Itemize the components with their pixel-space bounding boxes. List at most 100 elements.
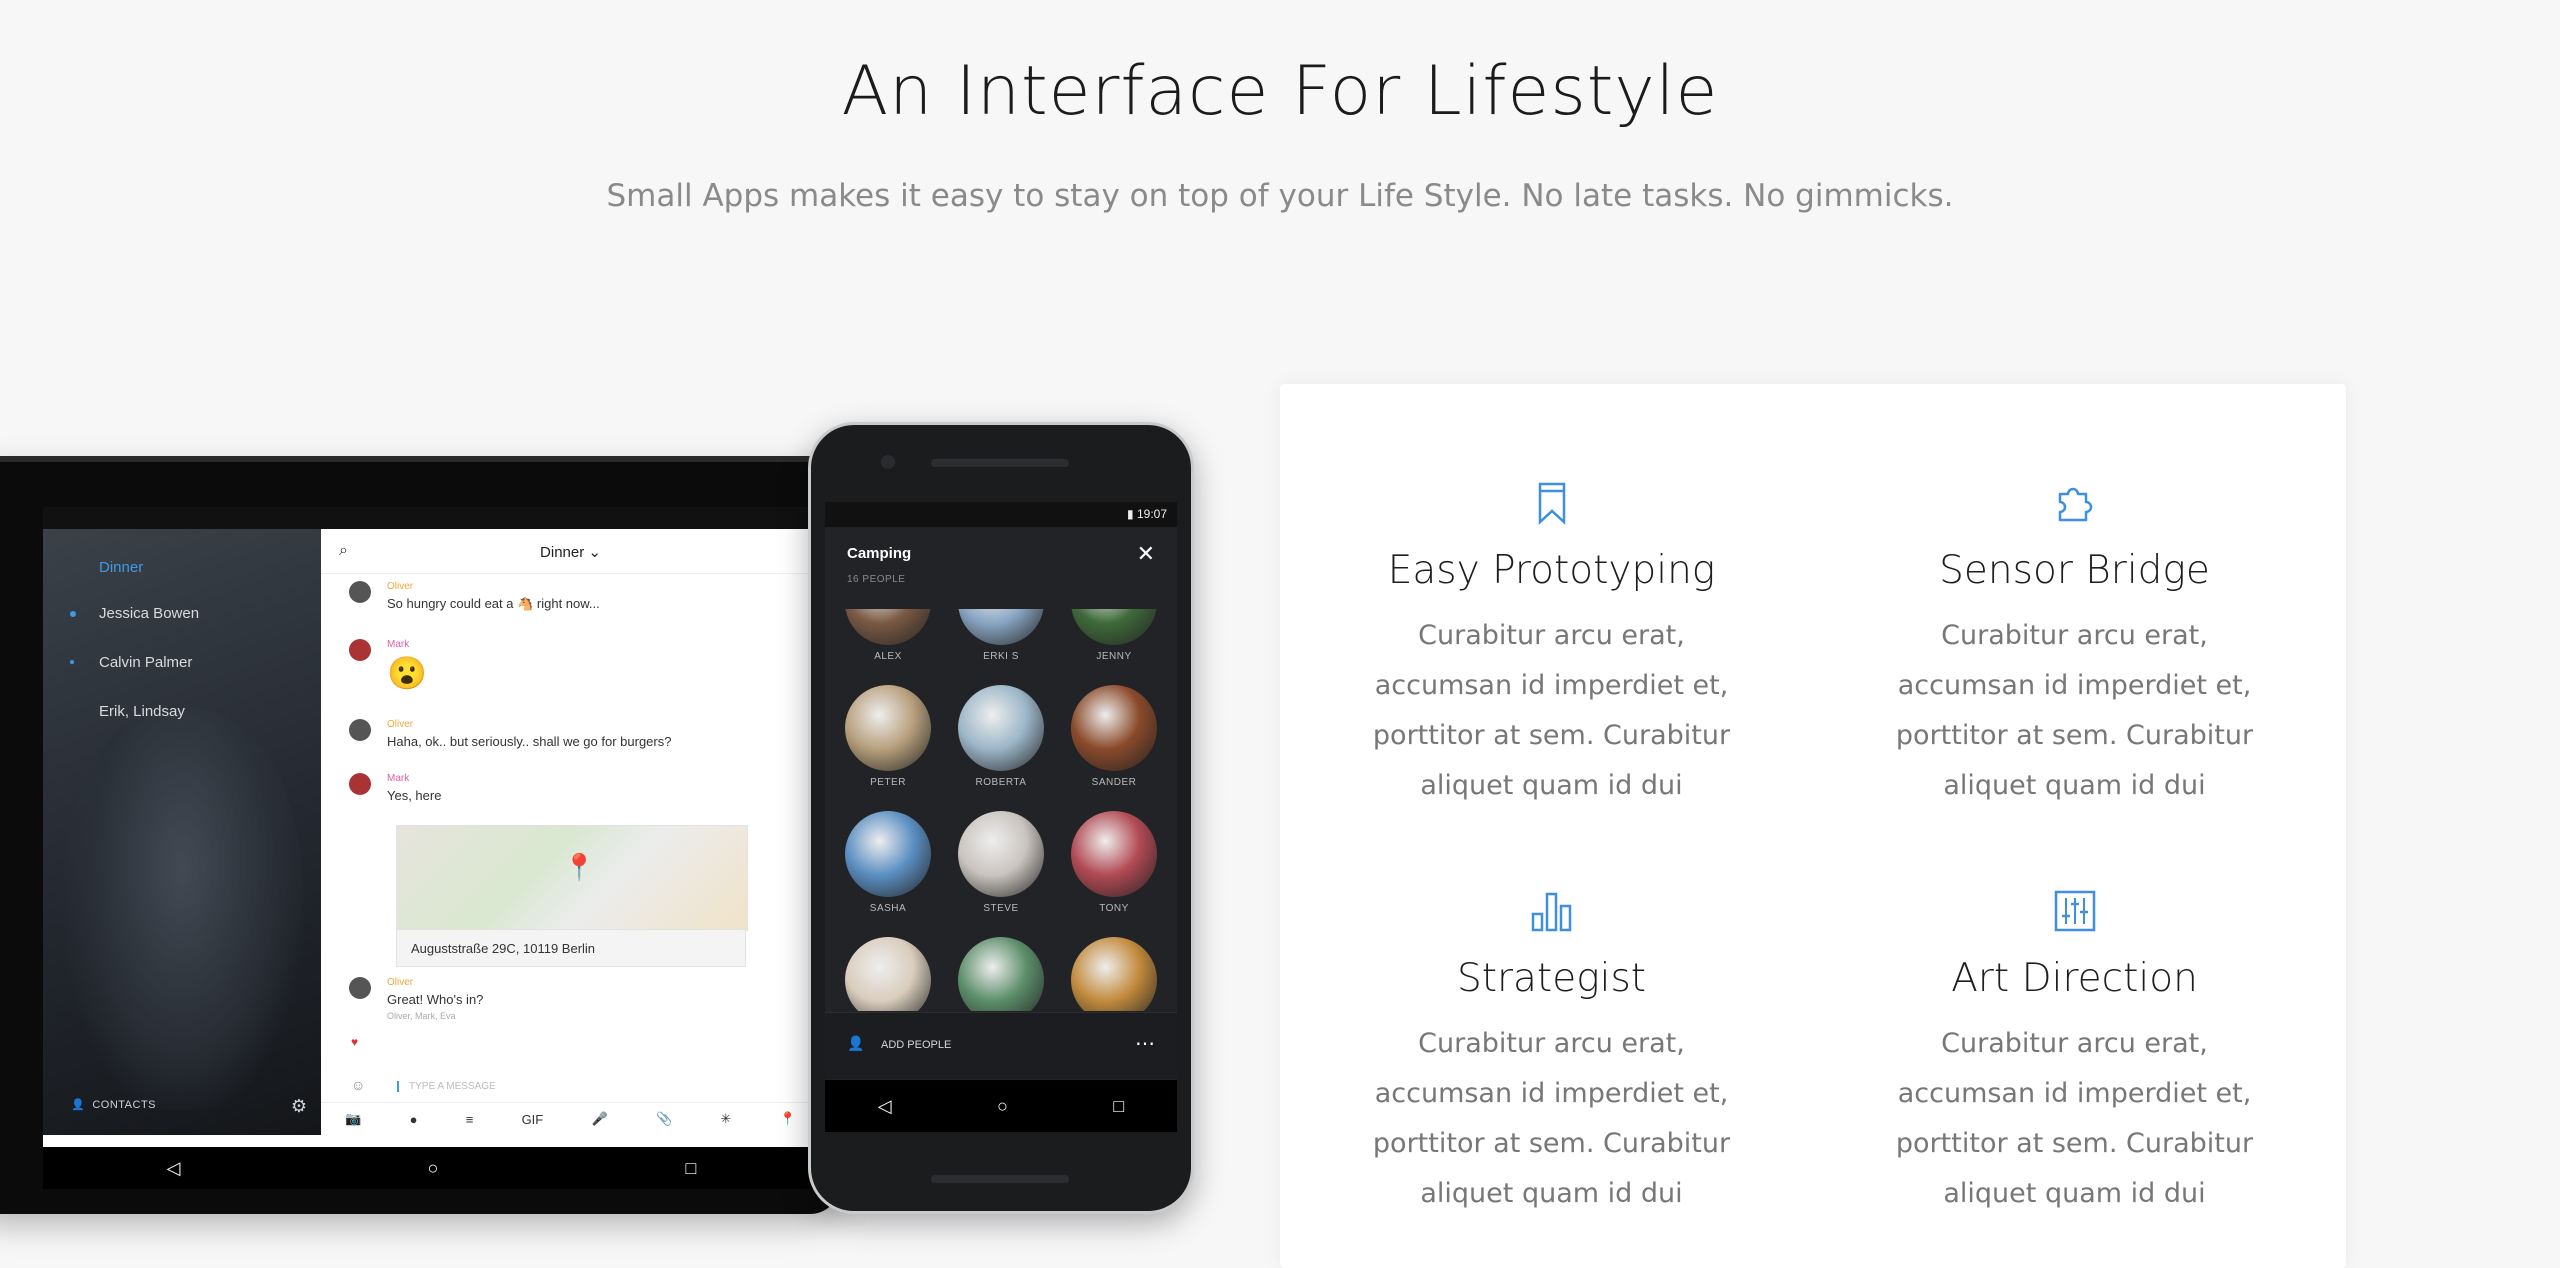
- phone-status-bar: ▮ 19:07: [825, 502, 1177, 527]
- message-input[interactable]: TYPE A MESSAGE: [397, 1081, 496, 1092]
- people-grid: ALEX ERKI S JENNY PETER ROBERTA SANDER SASHA ST…: [825, 609, 1177, 1011]
- map-preview[interactable]: 📍: [396, 825, 748, 931]
- hero-subtitle: Small Apps makes it easy to stay on top …: [606, 178, 1954, 214]
- feature-strategist: Strategist Curabitur arcu erat, accumsan…: [1290, 888, 1813, 1219]
- phone-mockup: ▮ 19:07 Camping 16 PEOPLE ✕ ALEX ERKI S JE…: [808, 422, 1194, 1214]
- person-tile[interactable]: [1059, 937, 1169, 1011]
- tablet-nav-bar: ◁ ○ □: [43, 1147, 820, 1189]
- person-tile[interactable]: JENNY: [1059, 609, 1169, 662]
- feature-easy-prototyping: Easy Prototyping Curabitur arcu erat, ac…: [1290, 480, 1813, 811]
- feature-title: Sensor Bridge: [1939, 548, 2210, 593]
- tablet-mockup: Dinner Jessica Bowen Calvin Palmer Erik,…: [0, 456, 840, 1214]
- person-avatar: [1071, 685, 1157, 771]
- location-icon[interactable]: 📍: [780, 1111, 796, 1127]
- chat-message: Mark Yes, here: [387, 773, 442, 803]
- person-tile[interactable]: [946, 937, 1056, 1011]
- person-avatar: [958, 811, 1044, 897]
- phone-nav-bar: ◁ ○ □: [825, 1080, 1177, 1132]
- person-name: PETER: [870, 777, 906, 788]
- avatar: [349, 719, 371, 741]
- heart-icon[interactable]: ♥: [351, 1035, 358, 1049]
- microphone-icon[interactable]: 🎤: [592, 1111, 608, 1127]
- person-avatar: [1071, 811, 1157, 897]
- person-name: STEVE: [983, 903, 1019, 914]
- hero-title: An Interface For Lifestyle: [841, 52, 1719, 131]
- effects-icon[interactable]: ✳: [720, 1111, 731, 1127]
- home-icon[interactable]: ○: [997, 1096, 1008, 1117]
- feature-description: Curabitur arcu erat, accumsan id imperdi…: [1372, 620, 1731, 801]
- feature-title: Strategist: [1456, 956, 1647, 1001]
- avatar: [349, 639, 371, 661]
- person-name: ERKI S: [983, 651, 1019, 662]
- person-avatar: [845, 685, 931, 771]
- person-tile[interactable]: SANDER: [1059, 685, 1169, 788]
- feature-description: Curabitur arcu erat, accumsan id imperdi…: [1895, 1028, 2254, 1209]
- bookmark-icon: [1538, 482, 1565, 525]
- bar-chart-icon: [1531, 892, 1571, 932]
- feature-art-direction: Art Direction Curabitur arcu erat, accum…: [1813, 888, 2336, 1219]
- sidebar-item-jessica[interactable]: Jessica Bowen: [99, 605, 199, 622]
- chat-panel: ⌕ Dinner ⌄ Oliver So hungry could eat a 🐴…: [321, 529, 820, 1135]
- person-name: ALEX: [874, 651, 902, 662]
- person-avatar: [845, 937, 931, 1011]
- tablet-screen: Dinner Jessica Bowen Calvin Palmer Erik,…: [43, 507, 820, 1147]
- sliders-icon: [2054, 890, 2095, 932]
- person-name: TONY: [1099, 903, 1129, 914]
- group-count: 16 PEOPLE: [847, 574, 906, 585]
- unread-dot: [70, 611, 76, 617]
- recents-icon[interactable]: □: [1113, 1096, 1124, 1117]
- avatar: [349, 581, 371, 603]
- speaker-grille: [931, 1175, 1069, 1183]
- emoji-icon[interactable]: ☺: [351, 1077, 365, 1093]
- camera-lens: [881, 455, 895, 469]
- avatar: [349, 773, 371, 795]
- gear-icon[interactable]: ⚙: [291, 1096, 307, 1117]
- status-time: 19:07: [1136, 507, 1167, 521]
- record-icon[interactable]: ●: [410, 1112, 418, 1127]
- feature-description: Curabitur arcu erat, accumsan id imperdi…: [1895, 620, 2254, 801]
- person-name: SANDER: [1091, 777, 1137, 788]
- sticker-icon[interactable]: ≡: [466, 1112, 474, 1127]
- sidebar-item-calvin[interactable]: Calvin Palmer: [99, 654, 192, 671]
- sidebar-item-dinner[interactable]: Dinner: [99, 559, 143, 576]
- person-tile[interactable]: PETER: [833, 685, 943, 788]
- close-icon[interactable]: ✕: [1137, 541, 1155, 567]
- sidebar-item-erik[interactable]: Erik, Lindsay: [99, 703, 185, 720]
- feature-description: Curabitur arcu erat, accumsan id imperdi…: [1372, 1028, 1731, 1209]
- chat-title[interactable]: Dinner ⌄: [321, 543, 820, 561]
- phone-screen: ▮ 19:07 Camping 16 PEOPLE ✕ ALEX ERKI S JE…: [825, 502, 1177, 1132]
- group-header: Camping 16 PEOPLE ✕: [825, 527, 1177, 609]
- recents-icon[interactable]: □: [686, 1158, 697, 1179]
- person-tile[interactable]: STEVE: [946, 811, 1056, 914]
- back-icon[interactable]: ◁: [167, 1158, 181, 1179]
- gif-button[interactable]: GIF: [522, 1112, 544, 1127]
- person-tile[interactable]: SASHA: [833, 811, 943, 914]
- person-tile[interactable]: ALEX: [833, 609, 943, 662]
- speaker-grille: [931, 459, 1069, 467]
- person-tile[interactable]: TONY: [1059, 811, 1169, 914]
- add-people-button[interactable]: ADD PEOPLE: [881, 1039, 951, 1051]
- more-icon[interactable]: ⋯: [1135, 1031, 1155, 1056]
- chat-message: Mark 😮: [387, 639, 427, 691]
- attachment-icon[interactable]: 📎: [656, 1111, 672, 1127]
- person-avatar: [1071, 609, 1157, 645]
- person-avatar: [1071, 937, 1157, 1011]
- person-avatar: [958, 685, 1044, 771]
- person-tile[interactable]: [833, 937, 943, 1011]
- contacts-label: CONTACTS: [92, 1099, 157, 1111]
- camera-icon[interactable]: 📷: [345, 1111, 361, 1127]
- chat-header: ⌕ Dinner ⌄: [321, 529, 820, 574]
- person-icon: 👤: [71, 1099, 86, 1111]
- person-avatar: [958, 609, 1044, 645]
- map-address: Auguststraße 29C, 10119 Berlin: [396, 929, 746, 967]
- contacts-button[interactable]: 👤 CONTACTS: [71, 1098, 156, 1111]
- person-tile[interactable]: ERKI S: [946, 609, 1056, 662]
- tablet-status-bar: [43, 507, 820, 529]
- avatar: [349, 977, 371, 999]
- group-title: Camping: [847, 545, 912, 562]
- person-tile[interactable]: ROBERTA: [946, 685, 1056, 788]
- back-icon[interactable]: ◁: [878, 1096, 892, 1117]
- home-icon[interactable]: ○: [428, 1158, 439, 1179]
- tablet-sidebar: Dinner Jessica Bowen Calvin Palmer Erik,…: [43, 529, 321, 1135]
- chat-message: Oliver Great! Who's in? Oliver, Mark, Eva: [387, 977, 484, 1021]
